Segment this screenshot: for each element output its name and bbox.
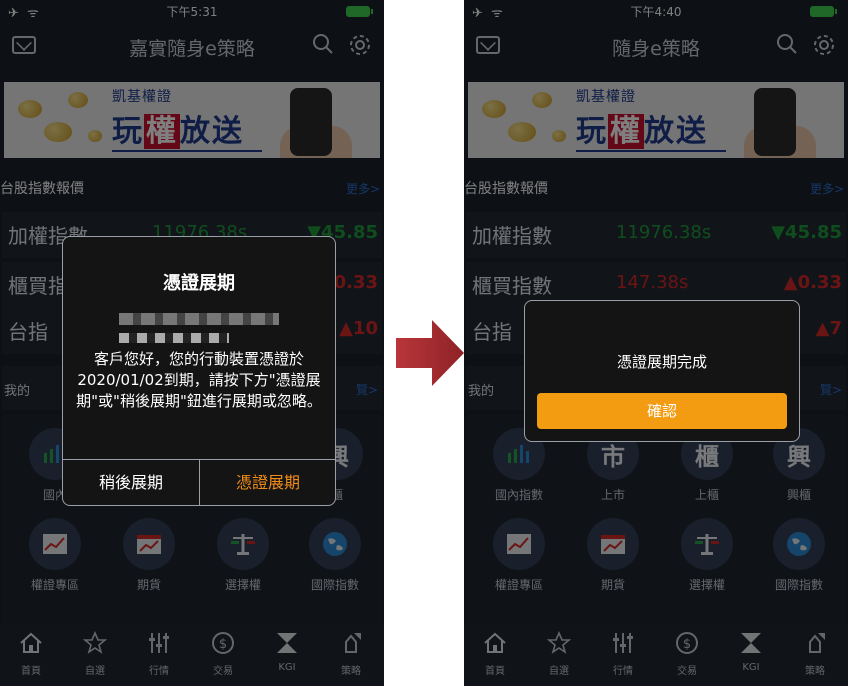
arrow-right-icon — [396, 320, 464, 386]
confirm-button[interactable]: 確認 — [537, 393, 787, 429]
left-screen: ✈ ᯤ 下午5:31 嘉實隨身e策略 凱基權證 玩權放送 台股指數報價 更多> … — [0, 0, 384, 686]
renew-certificate-button[interactable]: 憑證展期 — [200, 459, 336, 507]
renew-certificate-dialog: 憑證展期 客戶您好，您的行動裝置憑證於2020/01/02到期，請按下方"憑證展… — [62, 236, 336, 506]
renew-complete-dialog: 憑證展期完成 確認 — [524, 300, 800, 442]
dialog-message: 客戶您好，您的行動裝置憑證於2020/01/02到期，請按下方"憑證展期"或"稍… — [76, 350, 322, 410]
dialog-title: 憑證展期 — [163, 273, 235, 294]
redacted-text — [119, 333, 229, 343]
right-screen: ✈ ᯤ 下午4:40 隨身e策略 凱基權證 玩權放送 台股指數報價 更多> 加權… — [464, 0, 848, 686]
redacted-text — [119, 313, 279, 325]
dialog-message: 憑證展期完成 — [616, 353, 707, 371]
renew-later-button[interactable]: 稍後展期 — [63, 459, 199, 507]
